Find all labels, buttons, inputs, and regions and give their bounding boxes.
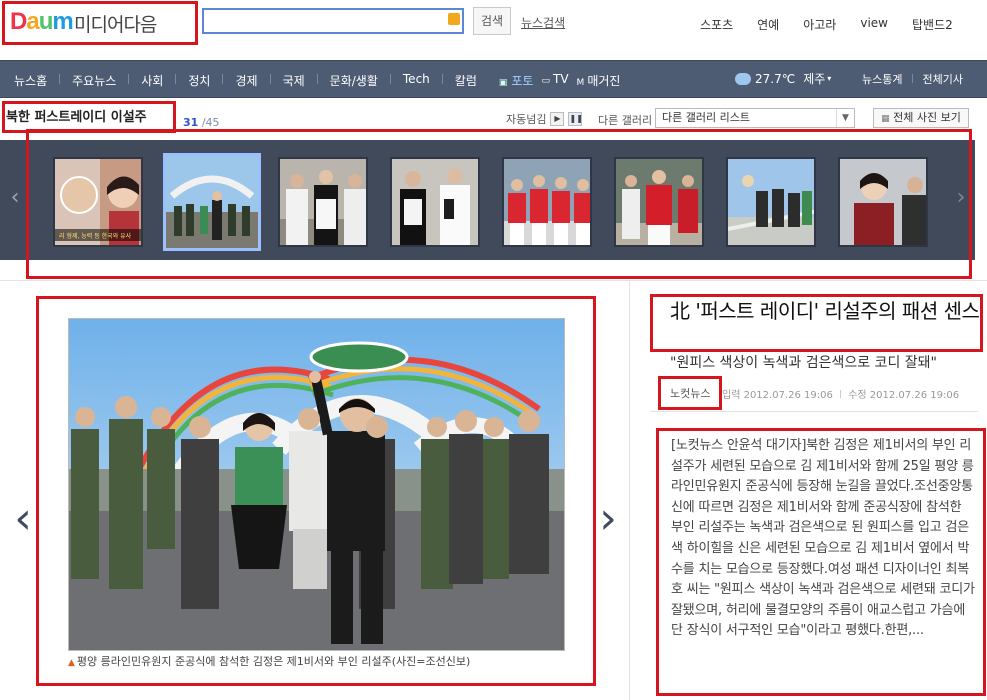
nav-item-international[interactable]: 국제 <box>283 72 305 89</box>
nav-link-news-stats[interactable]: 뉴스통계 <box>862 73 902 86</box>
weather-temp: 27.7℃ <box>755 71 796 86</box>
other-gallery-label: 다른 갤러리 <box>598 114 653 127</box>
news-search-link[interactable]: 뉴스검색 <box>521 14 565 31</box>
pause-icon[interactable]: ❚❚ <box>568 112 583 126</box>
nav-item-society[interactable]: 사회 <box>141 72 163 89</box>
main-navigation-bar: 뉴스홈 주요뉴스 사회 정치 경제 국제 문화/생활 Tech 칼럼 ▣ 포토 ▭… <box>0 60 987 98</box>
search-button[interactable]: 검색 <box>473 7 511 35</box>
tv-icon: ▭ <box>541 76 550 86</box>
cloud-icon <box>735 72 751 85</box>
nav-item-magazine[interactable]: M 매거진 <box>577 72 621 89</box>
search-input[interactable] <box>202 8 464 34</box>
article-dates: 입력 2012.07.26 19:06 수정 2012.07.26 19:06 <box>722 386 959 401</box>
nav-item-culture[interactable]: 문화/생활 <box>330 72 378 89</box>
gallery-counter: 31 /45 <box>183 116 220 129</box>
top-links: 스포츠 연예 아고라 view 탑밴드2 <box>700 16 953 33</box>
chevron-down-icon: ▾ <box>827 74 832 83</box>
highlight-box-main-photo <box>36 296 596 686</box>
weather-widget[interactable]: 27.7℃ 제주 ▾ <box>735 70 831 87</box>
nav-item-tv[interactable]: ▭ TV <box>541 72 568 89</box>
camera-icon: ▣ <box>498 78 508 88</box>
nav-link-all-articles[interactable]: 전체기사 <box>922 73 962 86</box>
published-time: 입력 2012.07.26 19:06 <box>722 390 833 401</box>
divider <box>629 280 630 700</box>
nav-item-photo[interactable]: ▣ 포토 <box>499 72 534 89</box>
nav-item-tech[interactable]: Tech <box>403 72 430 89</box>
nav-item-column[interactable]: 칼럼 <box>455 72 477 89</box>
weather-city: 제주 <box>803 72 826 86</box>
article-subtitle: "원피스 색상이 녹색과 검은색으로 코디 잘돼" <box>670 355 937 371</box>
highlight-box-thumbnails <box>26 129 972 279</box>
autoplay-control: 자동넘김 ▶ ❚❚ <box>506 111 583 127</box>
grid-icon: ▦ <box>881 114 890 124</box>
top-link-view[interactable]: view <box>860 16 888 33</box>
keyboard-icon[interactable] <box>448 13 460 25</box>
play-icon[interactable]: ▶ <box>550 112 565 126</box>
top-link-topband2[interactable]: 탑밴드2 <box>912 16 953 33</box>
other-gallery-select[interactable]: 다른 갤러리 리스트 ▼ <box>655 108 855 128</box>
nav-item-news-home[interactable]: 뉴스홈 <box>14 72 47 89</box>
highlight-box-logo <box>2 1 198 45</box>
top-link-agora[interactable]: 아고라 <box>803 16 836 33</box>
modified-time: 수정 2012.07.26 19:06 <box>848 390 960 401</box>
chevron-down-icon: ▼ <box>836 109 854 127</box>
divider <box>0 280 987 281</box>
top-link-sports[interactable]: 스포츠 <box>700 16 733 33</box>
view-all-photos-button[interactable]: ▦ 전체 사진 보기 <box>873 108 969 128</box>
highlight-box-article-body <box>656 428 986 696</box>
chevron-left-icon[interactable]: ‹ <box>8 184 22 212</box>
nav-item-top-news[interactable]: 주요뉴스 <box>72 72 116 89</box>
next-photo-arrow-icon[interactable]: › <box>595 497 621 541</box>
nav-right-links: 뉴스통계 전체기사 <box>862 71 963 87</box>
magazine-icon: M <box>576 78 585 88</box>
prev-photo-arrow-icon[interactable]: ‹ <box>10 497 36 541</box>
highlight-box-source <box>658 376 722 410</box>
nav-item-economy[interactable]: 경제 <box>235 72 257 89</box>
top-link-entertainment[interactable]: 연예 <box>757 16 779 33</box>
divider <box>650 411 978 412</box>
highlight-box-article-title <box>650 294 983 352</box>
autoplay-label: 자동넘김 <box>506 113 547 126</box>
nav-item-politics[interactable]: 정치 <box>188 72 210 89</box>
